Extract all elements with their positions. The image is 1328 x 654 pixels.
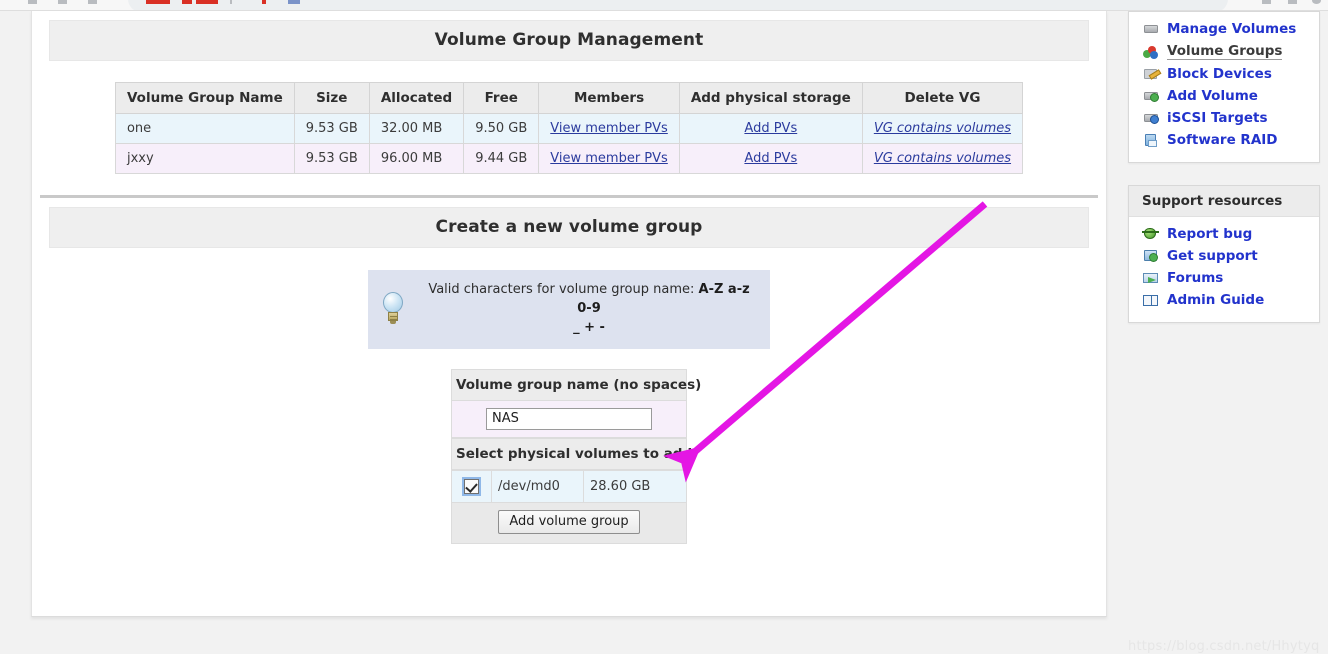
add-pvs-link[interactable]: Add PVs: [744, 151, 797, 166]
drive-network-icon: [1143, 110, 1159, 126]
sidebar-item-admin-guide[interactable]: Admin Guide: [1129, 289, 1319, 311]
section-divider: [40, 195, 1098, 198]
column-header-size: Size: [293, 82, 370, 114]
favicon-5-icon[interactable]: [288, 0, 300, 4]
cell-vg-allocated: 32.00 MB: [368, 113, 465, 144]
physical-volumes-table: /dev/md0 28.60 GB: [451, 469, 687, 503]
column-header-allocated: Allocated: [368, 82, 465, 114]
browser-toolbar: [0, 0, 1328, 11]
sidebar-item-label: Get support: [1167, 248, 1258, 264]
cell-vg-size: 9.53 GB: [293, 113, 370, 144]
column-header-volume-group-name: Volume Group Name: [114, 82, 295, 114]
storage-nav-panel: Manage Volumes Volume Groups Block Devic…: [1128, 11, 1320, 163]
delete-vg-link[interactable]: VG contains volumes: [874, 151, 1011, 166]
bookmark-star-icon[interactable]: [1262, 0, 1271, 4]
main-content-card: Volume Group Management Volume Group Nam…: [31, 11, 1107, 617]
back-icon[interactable]: [28, 0, 37, 4]
favicon-3-icon[interactable]: [196, 0, 218, 4]
sidebar-item-label: Report bug: [1167, 226, 1253, 242]
add-pvs-link[interactable]: Add PVs: [744, 121, 797, 136]
cell-vg-name: jxxy: [114, 143, 295, 174]
support-resources-list: Report bug Get support Forums Admin Guid…: [1129, 217, 1319, 322]
delete-vg-link[interactable]: VG contains volumes: [874, 121, 1011, 136]
sidebar-item-label: Forums: [1167, 270, 1224, 286]
physical-volume-checkbox[interactable]: [462, 476, 481, 496]
sidebar-item-volume-groups[interactable]: Volume Groups: [1129, 40, 1319, 63]
table-header-row: Volume Group Name Size Allocated Free Me…: [114, 82, 1024, 114]
volume-groups-table-wrap: Volume Group Name Size Allocated Free Me…: [32, 82, 1106, 174]
separator-icon: [230, 0, 232, 4]
page-body: Volume Group Management Volume Group Nam…: [0, 11, 1328, 654]
favicon-2-icon[interactable]: [182, 0, 192, 4]
sidebar-item-label: iSCSI Targets: [1167, 110, 1268, 126]
sidebar-item-manage-volumes[interactable]: Manage Volumes: [1129, 18, 1319, 40]
cell-vg-name: one: [114, 113, 295, 144]
hint-text: Valid characters for volume group name: …: [422, 281, 756, 338]
page-title: Volume Group Management: [49, 20, 1089, 61]
sidebar-item-label: Block Devices: [1167, 66, 1272, 82]
column-header-free: Free: [463, 82, 540, 114]
sidebar-item-label: Admin Guide: [1167, 292, 1265, 308]
column-header-delete-vg: Delete VG: [861, 82, 1024, 114]
add-volume-group-button[interactable]: Add volume group: [498, 509, 640, 534]
sidebar-item-software-raid[interactable]: Software RAID: [1129, 129, 1319, 151]
sidebar-item-label: Volume Groups: [1167, 43, 1283, 60]
select-physical-volumes-label: Select physical volumes to add: [451, 437, 692, 470]
volume-group-name-label: Volume group name (no spaces): [451, 368, 701, 401]
sidebar-item-label: Software RAID: [1167, 132, 1278, 148]
favicon-1-icon[interactable]: [146, 0, 170, 4]
cell-vg-size: 9.53 GB: [293, 143, 370, 174]
extensions-icon[interactable]: [1288, 0, 1297, 4]
sidebar-item-iscsi-targets[interactable]: iSCSI Targets: [1129, 107, 1319, 129]
volume-groups-table: Volume Group Name Size Allocated Free Me…: [114, 82, 1024, 174]
storage-nav-list: Manage Volumes Volume Groups Block Devic…: [1129, 12, 1319, 162]
volume-group-name-input[interactable]: [486, 407, 652, 430]
column-header-add-physical-storage: Add physical storage: [678, 82, 863, 114]
table-row: jxxy 9.53 GB 96.00 MB 9.44 GB View membe…: [114, 143, 1024, 174]
sidebar-item-label: Manage Volumes: [1167, 21, 1297, 37]
right-sidebar: Manage Volumes Volume Groups Block Devic…: [1128, 11, 1320, 345]
physical-volume-row: /dev/md0 28.60 GB: [451, 469, 687, 503]
cell-vg-allocated: 96.00 MB: [368, 143, 465, 174]
sidebar-item-get-support[interactable]: Get support: [1129, 245, 1319, 267]
table-row: one 9.53 GB 32.00 MB 9.50 GB View member…: [114, 113, 1024, 144]
book-icon: [1143, 292, 1159, 308]
create-volume-group-title: Create a new volume group: [49, 207, 1089, 248]
box-plus-icon: [1143, 248, 1159, 264]
hint-text-plain: Valid characters for volume group name:: [428, 282, 699, 297]
cell-vg-free: 9.44 GB: [463, 143, 540, 174]
physical-volume-size: 28.60 GB: [583, 469, 687, 503]
cell-vg-free: 9.50 GB: [463, 113, 540, 144]
sidebar-item-block-devices[interactable]: Block Devices: [1129, 63, 1319, 85]
drive-add-icon: [1143, 88, 1159, 104]
hint-text-bold-2: _ + -: [573, 319, 605, 335]
column-header-members: Members: [538, 82, 680, 114]
sidebar-item-report-bug[interactable]: Report bug: [1129, 223, 1319, 245]
sidebar-item-label: Add Volume: [1167, 88, 1258, 104]
valid-characters-hint: Valid characters for volume group name: …: [368, 270, 770, 349]
submit-row: Add volume group: [451, 502, 687, 544]
create-volume-group-form: Volume group name (no spaces) Select phy…: [451, 368, 701, 544]
volume-group-name-row: [451, 400, 687, 438]
watermark: https://blog.csdn.net/Hhytyq: [1128, 639, 1320, 654]
pencil-note-icon: [1143, 66, 1159, 82]
support-resources-title: Support resources: [1129, 186, 1319, 217]
sidebar-item-forums[interactable]: Forums: [1129, 267, 1319, 289]
reload-icon[interactable]: [88, 0, 97, 4]
drive-icon: [1143, 21, 1159, 37]
physical-volume-device: /dev/md0: [491, 469, 584, 503]
sidebar-item-add-volume[interactable]: Add Volume: [1129, 85, 1319, 107]
lightbulb-icon: [380, 292, 406, 326]
blue-disk-icon: [1143, 132, 1159, 148]
support-resources-panel: Support resources Report bug Get support…: [1128, 185, 1320, 323]
profile-avatar-icon[interactable]: [1312, 0, 1321, 4]
favicon-4-icon[interactable]: [262, 0, 266, 4]
forward-icon[interactable]: [58, 0, 67, 4]
view-member-pvs-link[interactable]: View member PVs: [550, 121, 668, 136]
mail-icon: [1143, 270, 1159, 286]
view-member-pvs-link[interactable]: View member PVs: [550, 151, 668, 166]
spheres-icon: [1143, 44, 1159, 60]
bug-icon: [1142, 226, 1159, 242]
